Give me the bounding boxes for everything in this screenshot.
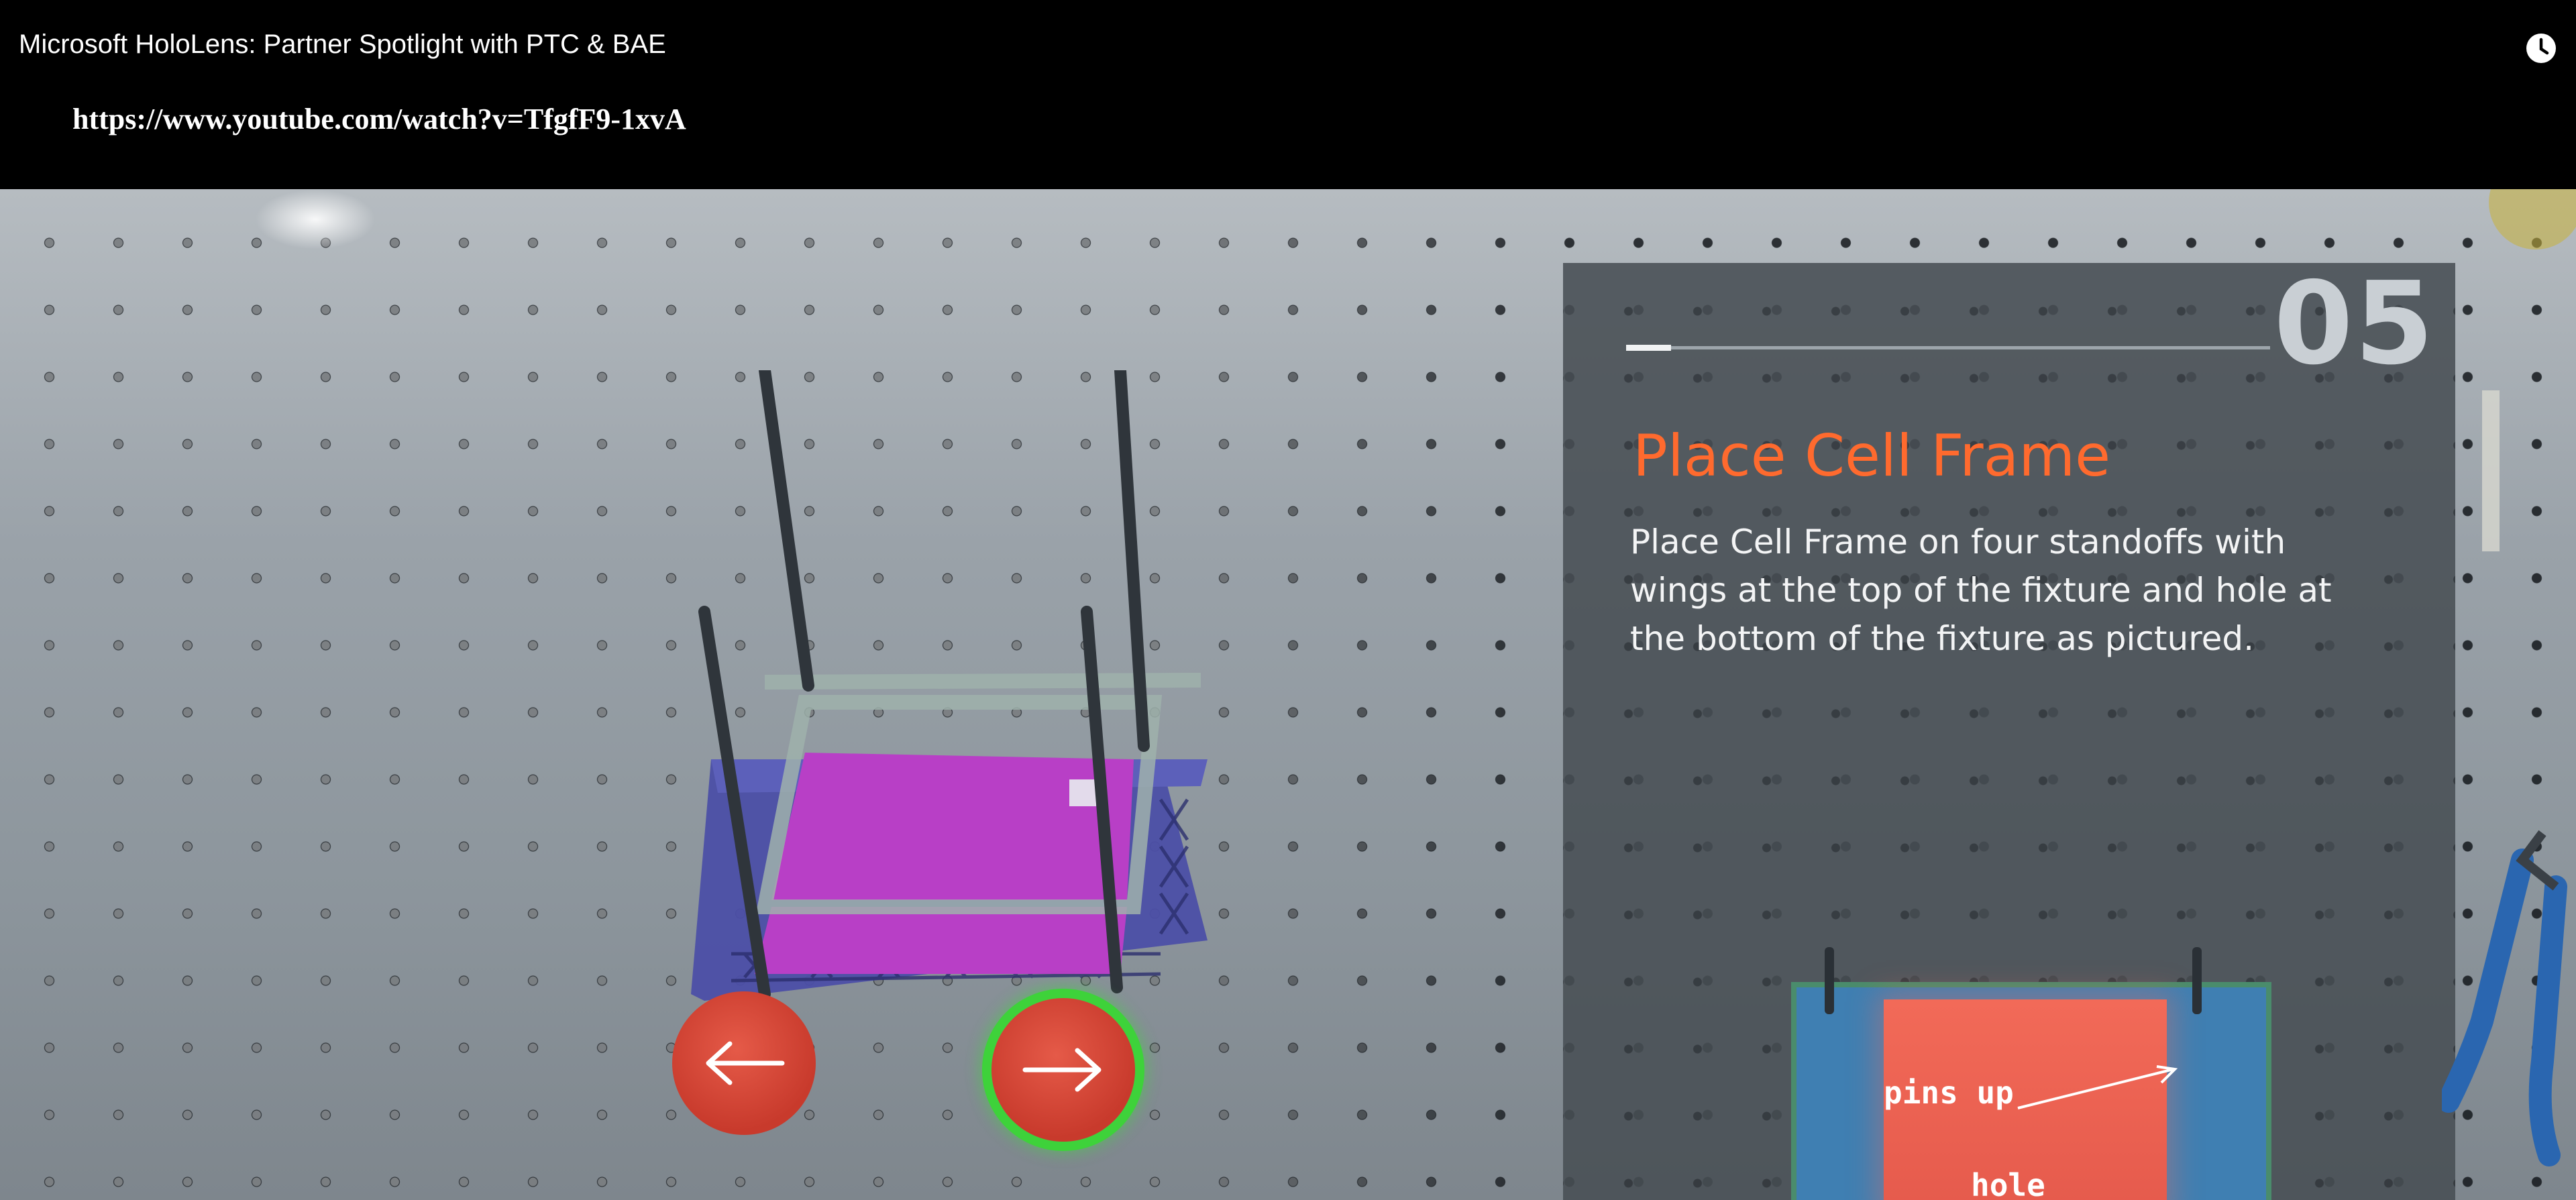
video-url[interactable]: https://www.youtube.com/watch?v=TfgfF9-1…: [72, 102, 686, 136]
pins-up-label: pins up: [1884, 1075, 2014, 1111]
top-bar: Microsoft HoloLens: Partner Spotlight wi…: [0, 0, 2576, 189]
clock-icon[interactable]: [2524, 31, 2559, 66]
video-title[interactable]: Microsoft HoloLens: Partner Spotlight wi…: [19, 30, 666, 60]
step-reference-image: pins up hole: [1771, 947, 2281, 1200]
hologram-fixture-model: [691, 370, 1208, 1001]
step-description: Place Cell Frame on four standoffs with …: [1630, 523, 2332, 658]
light-glare: [255, 189, 376, 250]
previous-step-button[interactable]: [672, 991, 816, 1135]
arrow-right-icon: [1022, 1048, 1102, 1092]
hole-label: hole: [1971, 1167, 2045, 1200]
arrow-left-icon: [706, 1041, 785, 1085]
video-frame[interactable]: 05 Place Cell Frame Place Cell Frame on …: [0, 189, 2576, 1200]
standoff-pin: [1825, 947, 1834, 1014]
step-progress-fill: [1626, 345, 1672, 351]
step-number: 05: [2273, 258, 2435, 390]
step-title: Place Cell Frame: [1633, 423, 2111, 490]
instruction-panel: 05 Place Cell Frame Place Cell Frame on …: [1563, 258, 2455, 1200]
pliers-tool: [2442, 189, 2576, 1166]
standoff-pin: [2192, 947, 2202, 1014]
next-step-button[interactable]: [991, 998, 1135, 1142]
pins-arrow-icon: [2017, 1065, 2178, 1109]
step-progress-bar: [1626, 345, 2270, 351]
